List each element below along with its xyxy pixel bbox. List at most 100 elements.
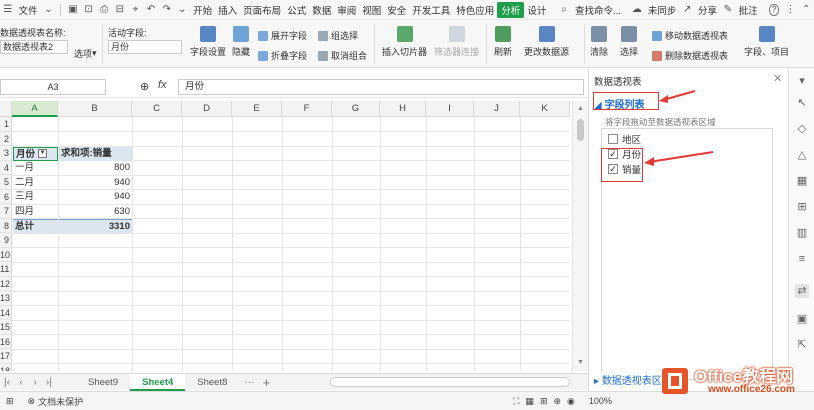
eye-icon[interactable]: ◉ bbox=[567, 396, 575, 407]
expand-field-button[interactable]: 展开字段 bbox=[258, 29, 307, 42]
style-icon[interactable]: △ bbox=[795, 148, 809, 162]
pivot-row-value[interactable]: 940 bbox=[59, 190, 132, 204]
command-search[interactable]: 查找命令... bbox=[572, 3, 624, 17]
scroll-up-icon[interactable]: ▲ bbox=[577, 105, 584, 112]
pivot-row-label-header[interactable]: 月份 ▼ bbox=[13, 146, 58, 161]
fields-items-button[interactable]: 字段、项目 bbox=[744, 26, 789, 58]
pivot-row-label[interactable]: 二月 bbox=[13, 176, 58, 190]
column-header-c[interactable]: C bbox=[132, 101, 182, 117]
table-icon[interactable]: ▦ bbox=[795, 174, 809, 188]
pivot-row-label[interactable]: 四月 bbox=[13, 205, 58, 219]
collapse-field-button[interactable]: 折叠字段 bbox=[258, 49, 307, 62]
next-sheet-icon[interactable]: › bbox=[28, 377, 42, 388]
zoom-formula-icon[interactable]: ⊕ bbox=[140, 80, 149, 93]
row-header-10[interactable]: 10 bbox=[0, 247, 12, 262]
accessibility-icon[interactable]: ⊞ bbox=[6, 396, 14, 407]
collapse-ribbon-icon[interactable]: ⌃ bbox=[801, 4, 811, 15]
row-header-1[interactable]: 1 bbox=[0, 117, 12, 132]
scroll-thumb[interactable] bbox=[577, 119, 584, 141]
row-header-12[interactable]: 12 bbox=[0, 276, 12, 291]
vertical-scrollbar[interactable]: ▲ ▼ bbox=[572, 101, 588, 371]
row-header-9[interactable]: 9 bbox=[0, 233, 12, 248]
change-source-button[interactable]: 更改数据源 bbox=[524, 26, 569, 58]
tab-features[interactable]: 特色应用 bbox=[453, 3, 497, 17]
first-sheet-icon[interactable]: |‹ bbox=[0, 377, 14, 388]
column-header-h[interactable]: H bbox=[380, 101, 426, 117]
dropdown-icon[interactable]: ⌄ bbox=[178, 4, 188, 15]
spreadsheet-grid[interactable]: A B C D E F G H I J K 1 2 3 4 5 6 7 8 9 … bbox=[0, 101, 570, 371]
undo-icon[interactable]: ↶ bbox=[146, 4, 156, 15]
refresh-button[interactable]: 刷新 bbox=[494, 26, 512, 58]
tab-view[interactable]: 视图 bbox=[359, 3, 384, 17]
tab-review[interactable]: 审阅 bbox=[334, 3, 359, 17]
column-header-i[interactable]: I bbox=[426, 101, 474, 117]
list-icon[interactable]: ≡ bbox=[795, 252, 809, 266]
pivot-total-value[interactable]: 3310 bbox=[59, 219, 132, 233]
menu-icon[interactable]: ☰ bbox=[3, 4, 13, 15]
horizontal-scrollbar[interactable] bbox=[330, 377, 570, 387]
group-selection-button[interactable]: 组选择 bbox=[318, 29, 358, 42]
row-header-13[interactable]: 13 bbox=[0, 291, 12, 306]
field-item-region[interactable]: 地区 bbox=[608, 132, 641, 146]
last-sheet-icon[interactable]: ›| bbox=[42, 377, 56, 388]
tab-home[interactable]: 开始 bbox=[190, 3, 215, 17]
pivot-row-label[interactable]: 一月 bbox=[13, 161, 58, 175]
tab-developer[interactable]: 开发工具 bbox=[409, 3, 453, 17]
tab-analyze[interactable]: 分析 bbox=[497, 1, 525, 18]
column-header-j[interactable]: J bbox=[474, 101, 520, 117]
column-header-a[interactable]: A bbox=[12, 101, 58, 117]
move-pivot-button[interactable]: 移动数据透视表 bbox=[652, 29, 728, 42]
page-layout-icon[interactable]: ▦ bbox=[525, 396, 534, 407]
scroll-down-icon[interactable]: ▼ bbox=[577, 359, 584, 366]
row-header-4[interactable]: 4 bbox=[0, 160, 12, 175]
clear-button[interactable]: 清除 bbox=[590, 26, 608, 58]
filter-dropdown-icon[interactable]: ▼ bbox=[38, 149, 48, 159]
sheet-tab-sheet9[interactable]: Sheet9 bbox=[76, 374, 130, 391]
row-header-15[interactable]: 15 bbox=[0, 320, 12, 335]
redo-icon[interactable]: ↷ bbox=[162, 4, 172, 15]
column-header-b[interactable]: B bbox=[58, 101, 132, 117]
pivot-value-header[interactable]: 求和项:销量 bbox=[59, 146, 132, 161]
shape-icon[interactable]: ◇ bbox=[795, 122, 809, 136]
more-icon[interactable]: ⋮ bbox=[785, 4, 795, 15]
row-header-11[interactable]: 11 bbox=[0, 262, 12, 277]
tab-data[interactable]: 数据 bbox=[309, 3, 334, 17]
help-icon[interactable]: ? bbox=[768, 3, 780, 16]
column-header-g[interactable]: G bbox=[332, 101, 380, 117]
tab-security[interactable]: 安全 bbox=[384, 3, 409, 17]
reading-mode-icon[interactable]: ⊕ bbox=[553, 396, 561, 407]
share-button[interactable]: 分享 bbox=[695, 3, 720, 17]
row-header-2[interactable]: 2 bbox=[0, 131, 12, 146]
column-header-e[interactable]: E bbox=[232, 101, 282, 117]
row-header-14[interactable]: 14 bbox=[0, 305, 12, 320]
tab-design[interactable]: 设计 bbox=[524, 3, 549, 17]
hide-button[interactable]: 隐藏 bbox=[232, 26, 250, 58]
sync-status[interactable]: 未同步 bbox=[645, 3, 680, 17]
fx-icon[interactable]: fx bbox=[158, 79, 167, 91]
sheet-tab-sheet4[interactable]: Sheet4 bbox=[130, 373, 186, 391]
pivot-total-label[interactable]: 总计 bbox=[13, 219, 58, 233]
select-all-corner[interactable] bbox=[0, 101, 12, 117]
row-header-7[interactable]: 7 bbox=[0, 204, 12, 219]
field-settings-button[interactable]: 字段设置 bbox=[190, 26, 226, 58]
grid-icon[interactable]: ⊞ bbox=[795, 200, 809, 214]
more-sheets-icon[interactable]: ··· bbox=[239, 377, 259, 388]
row-header-17[interactable]: 17 bbox=[0, 349, 12, 364]
tab-formulas[interactable]: 公式 bbox=[284, 3, 309, 17]
column-header-k[interactable]: K bbox=[520, 101, 570, 117]
tab-page-layout[interactable]: 页面布局 bbox=[240, 3, 284, 17]
row-header-8[interactable]: 8 bbox=[0, 218, 12, 233]
close-icon[interactable]: ✕ bbox=[773, 72, 782, 85]
checkbox-unchecked[interactable] bbox=[608, 134, 618, 144]
chevron-down-icon[interactable]: ⌄ bbox=[44, 4, 54, 15]
row-header-16[interactable]: 16 bbox=[0, 334, 12, 349]
ungroup-button[interactable]: 取消组合 bbox=[318, 49, 367, 62]
cursor-icon[interactable]: ↖ bbox=[795, 96, 809, 110]
row-header-6[interactable]: 6 bbox=[0, 189, 12, 204]
delete-pivot-button[interactable]: 删除数据透视表 bbox=[652, 49, 728, 62]
insert-slicer-button[interactable]: 插入切片器 bbox=[382, 26, 427, 58]
add-sheet-button[interactable]: + bbox=[259, 375, 273, 390]
row-header-5[interactable]: 5 bbox=[0, 175, 12, 190]
tab-insert[interactable]: 插入 bbox=[215, 3, 240, 17]
pivot-row-value[interactable]: 630 bbox=[59, 205, 132, 219]
